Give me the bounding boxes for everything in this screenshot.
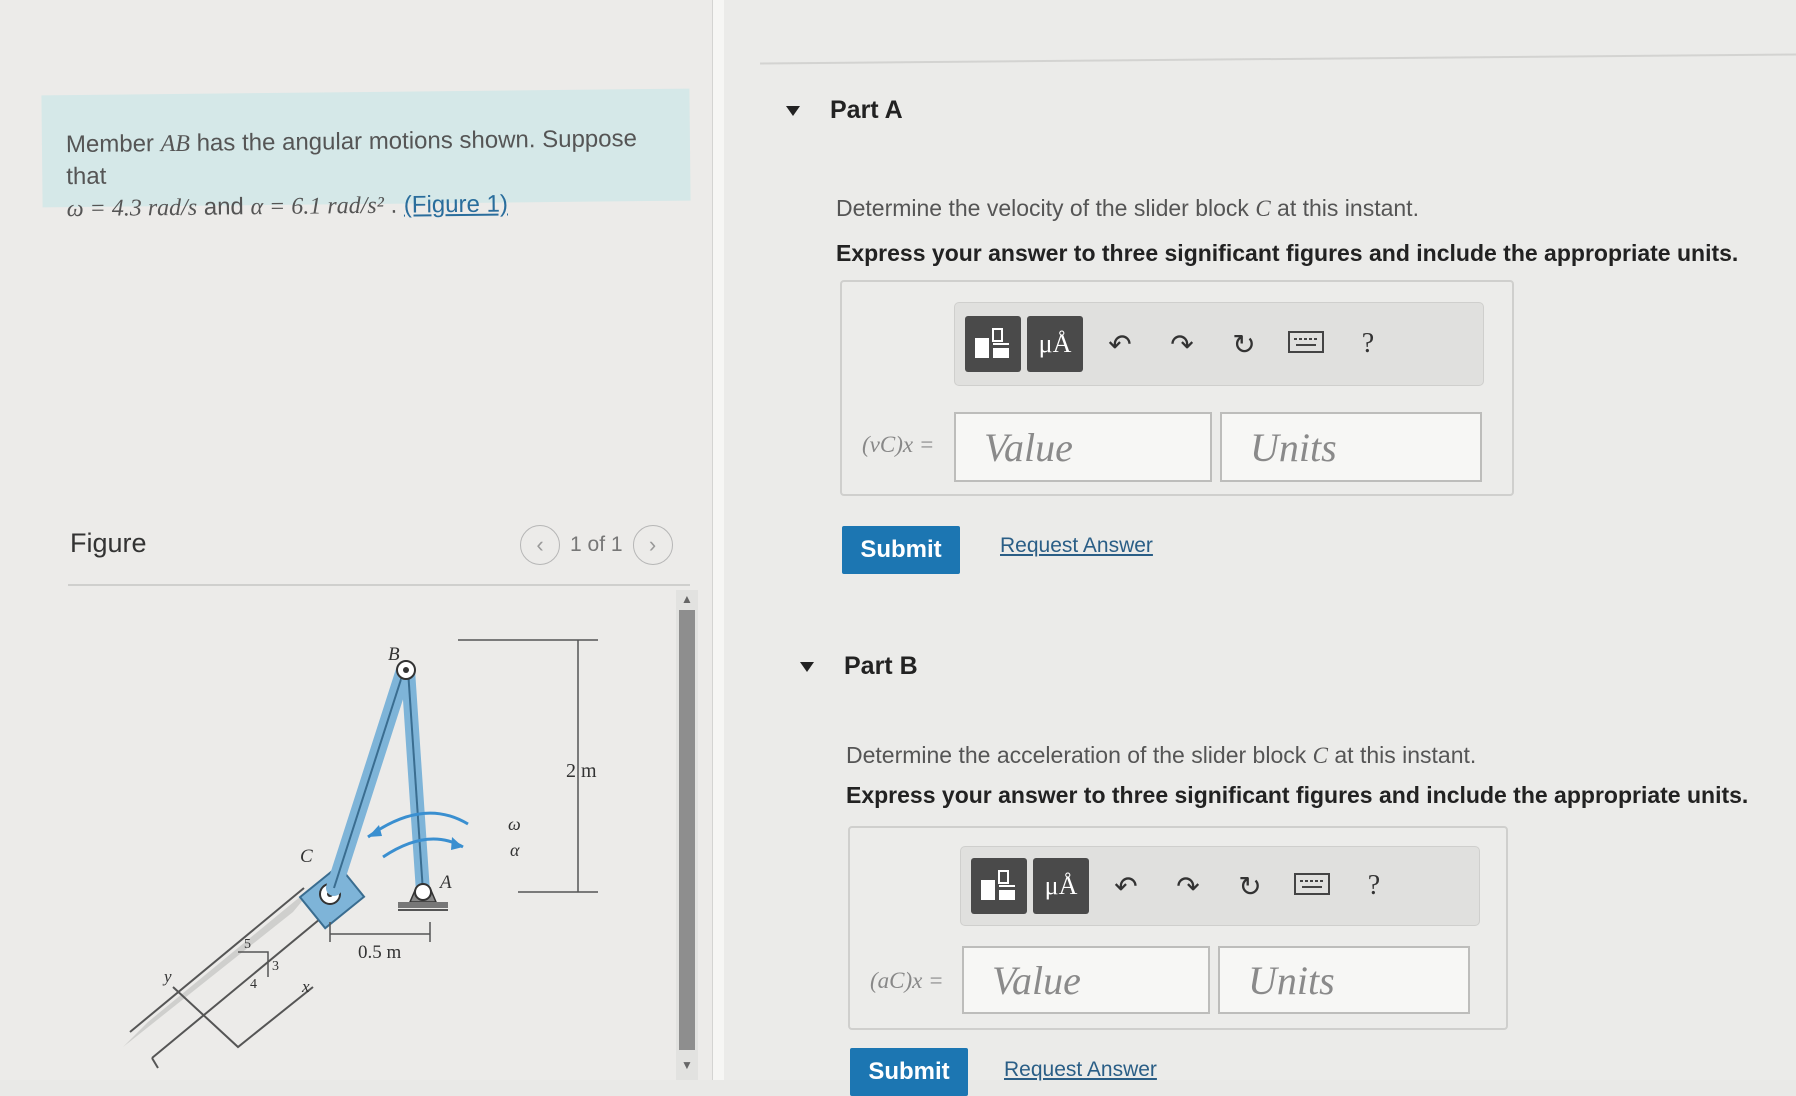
part-a-question-text: Determine the velocity of the slider blo… — [836, 195, 1256, 221]
scroll-down-icon[interactable]: ▼ — [681, 1058, 693, 1072]
keyboard-icon — [1288, 331, 1324, 353]
part-b-request-answer-link[interactable]: Request Answer — [1004, 1058, 1157, 1082]
part-a-submit-button[interactable]: Submit — [842, 526, 960, 574]
part-a-question-end: at this instant. — [1270, 195, 1419, 221]
units-button[interactable]: μÅ — [1027, 316, 1083, 372]
part-a-toolbar: μÅ ↶ ↷ ↻ ? — [954, 302, 1484, 386]
problem-statement: Member AB has the angular motions shown.… — [41, 88, 691, 222]
part-a-question: Determine the velocity of the slider blo… — [836, 195, 1419, 222]
part-b-question-var: C — [1312, 743, 1328, 768]
part-b-answer-box: μÅ ↶ ↷ ↻ ? (aC)x = Value Units — [848, 826, 1508, 1030]
undo-icon[interactable]: ↶ — [1089, 328, 1151, 361]
slope-5: 5 — [244, 937, 251, 952]
part-a-units-input[interactable]: Units — [1220, 412, 1482, 482]
figure-scrollbar[interactable]: ▲ ▼ — [676, 590, 698, 1080]
templates-icon — [981, 870, 1015, 900]
problem-and: and — [196, 193, 251, 221]
slot-surface — [123, 882, 318, 1047]
part-a-value-input[interactable]: Value — [954, 412, 1212, 482]
figure-divider — [68, 584, 690, 586]
label-alpha: α — [510, 840, 520, 860]
alpha-expression: α = 6.1 rad/s² — [250, 192, 384, 221]
dim-width-label: 0.5 m — [358, 942, 402, 963]
chevron-left-icon: ‹ — [536, 532, 544, 557]
part-b-question-end: at this instant. — [1327, 742, 1477, 768]
part-b-submit-button[interactable]: Submit — [850, 1048, 968, 1096]
part-b-question: Determine the acceleration of the slider… — [846, 742, 1476, 769]
slot-edge-bottom — [151, 913, 327, 1059]
templates-button[interactable] — [965, 316, 1021, 372]
templates-icon — [975, 328, 1009, 358]
slope-3: 3 — [272, 959, 279, 974]
reset-icon[interactable]: ↻ — [1219, 870, 1281, 903]
part-a-title: Part A — [830, 96, 903, 124]
part-b-variable-label: (aC)x = — [870, 968, 944, 993]
part-a-answer-box: μÅ ↶ ↷ ↻ ? (vC)x = Value Units — [840, 280, 1514, 496]
label-c: C — [300, 846, 313, 867]
redo-icon[interactable]: ↷ — [1157, 870, 1219, 903]
chevron-right-icon: › — [648, 532, 657, 557]
member-name: AB — [160, 130, 191, 158]
reset-icon[interactable]: ↻ — [1213, 328, 1275, 361]
omega-expression: ω = 4.3 rad/s — [66, 194, 198, 223]
axis-y-label: y — [162, 967, 172, 986]
keyboard-icon — [1294, 873, 1330, 895]
keyboard-button[interactable] — [1275, 328, 1337, 360]
slope-4: 4 — [250, 977, 257, 992]
problem-text-1: Member — [65, 130, 161, 159]
units-button[interactable]: μÅ — [1033, 858, 1089, 914]
label-b: B — [388, 644, 400, 665]
templates-button[interactable] — [971, 858, 1027, 914]
mechanism-diagram: 2 m B C A ω α 0.5 m 5 3 4 y x — [123, 639, 598, 1069]
figure-link[interactable]: (Figure 1) — [404, 191, 508, 219]
prev-figure-button[interactable]: ‹ — [520, 525, 560, 565]
next-figure-button[interactable]: › — [632, 525, 673, 565]
link-bc-edge — [333, 669, 405, 889]
help-button[interactable]: ? — [1337, 328, 1399, 360]
pin-a — [414, 883, 432, 901]
questions-pane: Part A Determine the velocity of the sli… — [724, 0, 1796, 1096]
part-b-title: Part B — [844, 652, 918, 680]
redo-icon[interactable]: ↷ — [1151, 328, 1213, 361]
collapse-triangle-icon[interactable] — [800, 661, 814, 672]
part-b-toolbar: μÅ ↶ ↷ ↻ ? — [960, 846, 1480, 926]
part-b-header[interactable]: Part B — [800, 652, 918, 681]
scrollbar-thumb[interactable] — [679, 610, 695, 1050]
part-b-instructions: Express your answer to three significant… — [846, 782, 1749, 808]
part-a-question-var: C — [1255, 196, 1271, 221]
part-a-request-answer-link[interactable]: Request Answer — [1000, 534, 1153, 558]
dim-height-label: 2 m — [566, 760, 597, 782]
collapse-triangle-icon[interactable] — [786, 105, 800, 116]
label-a: A — [438, 872, 452, 893]
label-omega: ω — [508, 814, 521, 834]
top-divider — [760, 53, 1796, 65]
figure-heading: Figure — [70, 528, 147, 558]
axis-x-label: x — [301, 977, 310, 996]
scroll-up-icon[interactable]: ▲ — [681, 592, 693, 606]
support-base — [398, 902, 448, 908]
figure-pager-text: 1 of 1 — [570, 533, 623, 556]
xy-axes — [172, 986, 314, 1049]
undo-icon[interactable]: ↶ — [1095, 870, 1157, 903]
keyboard-button[interactable] — [1281, 870, 1343, 902]
part-b-units-input[interactable]: Units — [1218, 946, 1470, 1014]
part-a-header[interactable]: Part A — [786, 96, 903, 125]
figure-image: 2 m B C A ω α 0.5 m 5 3 4 y x — [68, 592, 668, 1080]
part-b-question-text: Determine the acceleration of the slider… — [846, 742, 1313, 768]
problem-pane: Member AB has the angular motions shown.… — [0, 0, 712, 1080]
part-b-value-input[interactable]: Value — [962, 946, 1210, 1014]
figure-pager: ‹ 1 of 1 › — [520, 525, 673, 565]
part-a-variable-label: (vC)x = — [862, 432, 935, 457]
part-a-instructions: Express your answer to three significant… — [836, 240, 1739, 266]
help-button[interactable]: ? — [1343, 870, 1405, 902]
